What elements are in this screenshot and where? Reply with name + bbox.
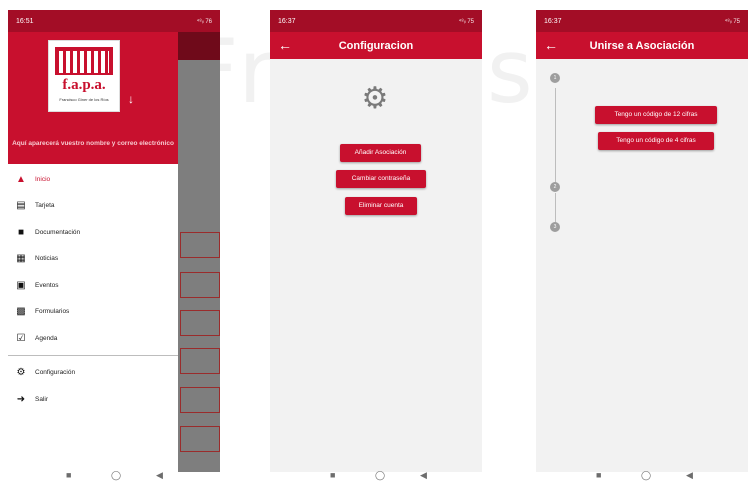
step-indicator[interactable]: 2 bbox=[550, 182, 560, 192]
nav-recents-icon[interactable]: ■ bbox=[66, 470, 71, 480]
stepper-line bbox=[554, 193, 556, 223]
status-icons: ⁴⁸ᵢₗ 75 bbox=[458, 18, 474, 25]
menu-item-eventos[interactable]: ▣ Eventos bbox=[8, 272, 178, 299]
menu-item-label: Inicio bbox=[35, 175, 51, 183]
dimmed-card bbox=[180, 426, 220, 452]
phone-screen-unirse: 16:37 ⁴⁸ᵢₗ 75 ← Unirse a Asociación 1 2 … bbox=[536, 10, 748, 472]
menu-item-label: Noticias bbox=[35, 255, 59, 263]
navigation-drawer: f.a.p.a. Francisco Giner de los Ríos ↓ A… bbox=[8, 32, 178, 472]
page-title: Unirse a Asociación bbox=[589, 39, 695, 52]
agenda-icon: ☑ bbox=[16, 332, 26, 344]
app-bar: ← Unirse a Asociación bbox=[536, 32, 748, 59]
drawer-header-text: Aquí aparecerá vuestro nombre y correo e… bbox=[12, 140, 174, 147]
change-password-button[interactable]: Cambiar contraseña bbox=[336, 170, 426, 188]
menu-item-label: Formularios bbox=[35, 308, 70, 316]
status-bar: 16:37 ⁴⁸ᵢₗ 75 bbox=[270, 10, 482, 32]
add-association-button[interactable]: Añadir Asociación bbox=[340, 144, 421, 162]
drawer-menu: ▲ Inicio ▤ Tarjeta ■ Documentación ▦ Not… bbox=[8, 164, 178, 413]
phone-screen-configuracion: 16:37 ⁴⁸ᵢₗ 75 ← Configuracion ⚙ Añadir A… bbox=[270, 10, 482, 472]
menu-item-configuracion[interactable]: ⚙ Configuración bbox=[8, 360, 178, 387]
id-card-icon: ▤ bbox=[16, 200, 26, 212]
nav-home-icon[interactable]: ◯ bbox=[641, 470, 651, 481]
status-time: 16:51 bbox=[16, 17, 34, 25]
dimmed-card bbox=[180, 348, 220, 374]
newspaper-icon: ▦ bbox=[16, 253, 26, 265]
gear-icon: ⚙ bbox=[16, 367, 26, 379]
menu-item-formularios[interactable]: ▩ Formularios bbox=[8, 299, 178, 326]
home-icon: ▲ bbox=[16, 173, 26, 185]
menu-item-label: Agenda bbox=[35, 334, 58, 342]
form-icon: ▩ bbox=[16, 306, 26, 318]
status-icons: ⁴⁸ᵢₗ 75 bbox=[724, 18, 740, 25]
settings-gear-icon: ⚙ bbox=[361, 82, 389, 115]
back-arrow-icon[interactable]: ← bbox=[278, 32, 302, 59]
stepper-line bbox=[554, 88, 556, 183]
nav-recents-icon[interactable]: ■ bbox=[596, 470, 601, 480]
dimmed-card bbox=[180, 232, 220, 258]
menu-item-label: Configuración bbox=[35, 369, 76, 377]
menu-item-agenda[interactable]: ☑ Agenda bbox=[8, 325, 178, 352]
nav-back-icon[interactable]: ◀ bbox=[686, 470, 693, 481]
dimmed-card bbox=[180, 387, 220, 413]
status-bar: 16:37 ⁴⁸ᵢₗ 75 bbox=[536, 10, 748, 32]
menu-item-inicio[interactable]: ▲ Inicio bbox=[8, 166, 178, 193]
phone-screen-drawer: 16:51 ⁴⁸ᵢₗ 76 f.a.p.a. Francisco Giner d… bbox=[8, 10, 220, 472]
step-indicator[interactable]: 1 bbox=[550, 73, 560, 83]
step-indicator[interactable]: 3 bbox=[550, 222, 560, 232]
nav-home-icon[interactable]: ◯ bbox=[375, 470, 385, 481]
menu-item-tarjeta[interactable]: ▤ Tarjeta bbox=[8, 193, 178, 220]
logo-text: f.a.p.a. bbox=[62, 77, 106, 93]
fapa-logo: f.a.p.a. Francisco Giner de los Ríos bbox=[48, 40, 120, 112]
logo-people-graphic bbox=[55, 47, 113, 75]
code-12-digits-button[interactable]: Tengo un código de 12 cifras bbox=[595, 106, 717, 124]
logout-icon: ➜ bbox=[16, 393, 26, 405]
status-bar: 16:51 ⁴⁸ᵢₗ 76 bbox=[8, 10, 220, 32]
menu-item-salir[interactable]: ➜ Salir bbox=[8, 386, 178, 413]
dimmed-card bbox=[180, 272, 220, 298]
delete-account-button[interactable]: Eliminar cuenta bbox=[345, 197, 417, 215]
page-title: Configuracion bbox=[338, 39, 414, 52]
nav-home-icon[interactable]: ◯ bbox=[111, 470, 121, 481]
menu-divider bbox=[8, 354, 178, 356]
back-arrow-icon[interactable]: ← bbox=[544, 32, 568, 59]
menu-item-label: Eventos bbox=[35, 281, 59, 289]
document-icon: ■ bbox=[17, 226, 25, 238]
nav-back-icon[interactable]: ◀ bbox=[156, 470, 163, 481]
dimmed-card bbox=[180, 310, 220, 336]
code-4-digits-button[interactable]: Tengo un código de 4 cifras bbox=[598, 132, 714, 150]
menu-item-noticias[interactable]: ▦ Noticias bbox=[8, 246, 178, 273]
status-time: 16:37 bbox=[544, 17, 562, 25]
nav-recents-icon[interactable]: ■ bbox=[330, 470, 335, 480]
nav-back-icon[interactable]: ◀ bbox=[420, 470, 427, 481]
status-time: 16:37 bbox=[278, 17, 296, 25]
menu-item-label: Salir bbox=[35, 395, 49, 403]
menu-item-label: Tarjeta bbox=[35, 202, 55, 210]
app-bar: ← Configuracion bbox=[270, 32, 482, 59]
account-expand-arrow-icon[interactable]: ↓ bbox=[128, 92, 134, 106]
drawer-header: f.a.p.a. Francisco Giner de los Ríos ↓ A… bbox=[8, 32, 178, 164]
logo-subtitle: Francisco Giner de los Ríos bbox=[59, 97, 109, 102]
status-icons: ⁴⁸ᵢₗ 76 bbox=[196, 18, 212, 25]
menu-item-label: Documentación bbox=[35, 228, 81, 236]
calendar-icon: ▣ bbox=[16, 279, 26, 291]
menu-item-documentacion[interactable]: ■ Documentación bbox=[8, 219, 178, 246]
